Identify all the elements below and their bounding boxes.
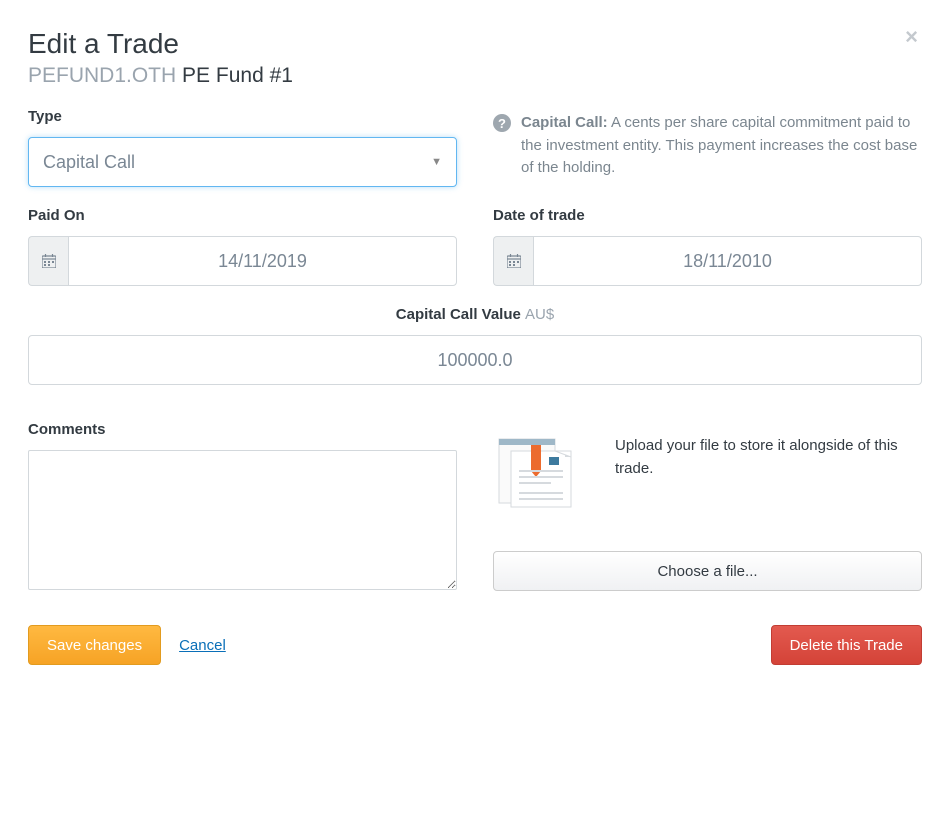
comments-label: Comments <box>28 421 457 438</box>
chevron-down-icon: ▼ <box>431 156 442 168</box>
choose-file-button[interactable]: Choose a file... <box>493 551 922 591</box>
subtitle: PEFUND1.OTH PE Fund #1 <box>28 64 922 88</box>
upload-description: Upload your file to store it alongside o… <box>615 421 922 480</box>
page-title: Edit a Trade <box>28 28 922 60</box>
delete-button[interactable]: Delete this Trade <box>771 625 922 665</box>
capital-call-value-input[interactable] <box>28 335 922 385</box>
type-label: Type <box>28 108 457 125</box>
save-button[interactable]: Save changes <box>28 625 161 665</box>
calendar-icon[interactable] <box>493 236 533 286</box>
capital-call-value-label-text: Capital Call Value <box>396 306 521 323</box>
close-icon[interactable]: × <box>905 24 918 50</box>
type-select-value: Capital Call <box>43 152 135 173</box>
help-text: Capital Call: A cents per share capital … <box>521 112 922 180</box>
comments-input[interactable] <box>28 450 457 590</box>
type-select[interactable]: Capital Call ▼ <box>28 137 457 187</box>
document-icon <box>493 421 593 511</box>
capital-call-value-label: Capital Call Value AU$ <box>28 306 922 323</box>
paid-on-input[interactable] <box>68 236 457 286</box>
fund-name: PE Fund #1 <box>182 64 293 87</box>
help-icon: ? <box>493 114 511 132</box>
paid-on-label: Paid On <box>28 207 457 224</box>
trade-date-label: Date of trade <box>493 207 922 224</box>
capital-call-value-currency: AU$ <box>525 306 554 323</box>
help-title: Capital Call: <box>521 114 608 131</box>
fund-symbol: PEFUND1.OTH <box>28 64 176 87</box>
calendar-icon[interactable] <box>28 236 68 286</box>
cancel-link[interactable]: Cancel <box>179 637 226 654</box>
trade-date-input[interactable] <box>533 236 922 286</box>
